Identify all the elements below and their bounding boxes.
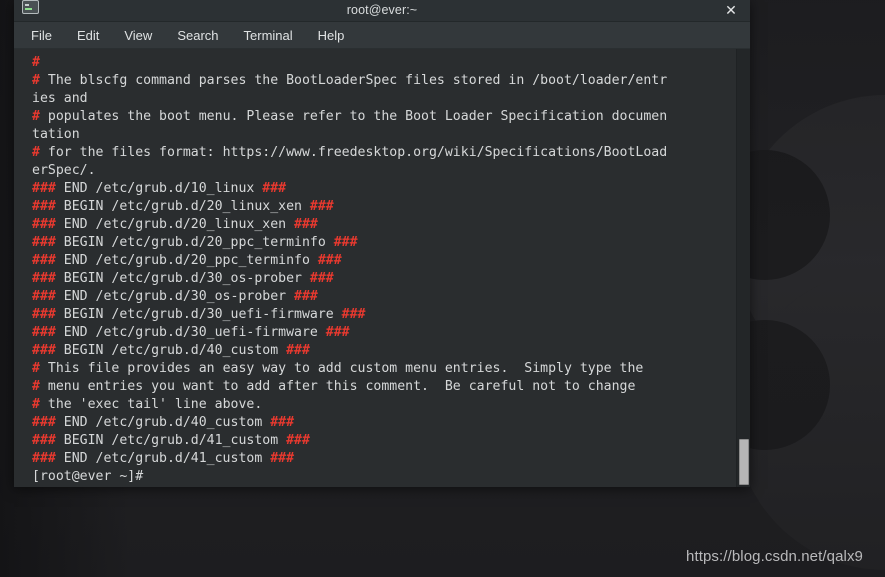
menu-item-edit[interactable]: Edit	[77, 22, 99, 49]
comment-marker: #	[32, 379, 40, 394]
terminal-line: # for the files format: https://www.free…	[32, 144, 736, 162]
terminal-text: END /etc/grub.d/20_ppc_terminfo	[55, 253, 318, 268]
comment-marker: ###	[333, 235, 358, 250]
comment-marker: ###	[309, 271, 334, 286]
terminal-text: This file provides an easy way to add cu…	[39, 361, 644, 376]
comment-marker: ###	[32, 343, 56, 358]
comment-marker: #	[32, 73, 40, 88]
comment-marker: ###	[286, 343, 310, 358]
comment-marker: ###	[32, 433, 56, 448]
terminal-text: END /etc/grub.d/40_custom	[55, 415, 271, 430]
terminal-text: menu entries you want to add after this …	[39, 379, 636, 394]
terminal-text: END /etc/grub.d/10_linux	[55, 181, 263, 196]
terminal-line: # menu entries you want to add after thi…	[32, 378, 736, 396]
terminal-line: # The blscfg command parses the BootLoad…	[32, 72, 736, 90]
comment-marker: #	[32, 145, 40, 160]
terminal-line: ### BEGIN /etc/grub.d/30_os-prober ###	[32, 270, 736, 288]
terminal-text: END /etc/grub.d/30_os-prober	[55, 289, 295, 304]
titlebar[interactable]: root@ever:~ ✕	[14, 0, 750, 22]
comment-marker: ###	[32, 235, 56, 250]
terminal-text: BEGIN /etc/grub.d/20_ppc_terminfo	[55, 235, 334, 250]
terminal-output[interactable]: # # The blscfg command parses the BootLoa…	[14, 49, 736, 487]
terminal-text: END /etc/grub.d/20_linux_xen	[55, 217, 295, 232]
comment-marker: ###	[286, 433, 310, 448]
terminal-text: END /etc/grub.d/41_custom	[55, 451, 271, 466]
terminal-line: ### END /etc/grub.d/20_ppc_terminfo ###	[32, 252, 736, 270]
comment-marker: ###	[32, 451, 56, 466]
terminal-line: ### BEGIN /etc/grub.d/20_linux_xen ###	[32, 198, 736, 216]
terminal-text: BEGIN /etc/grub.d/20_linux_xen	[55, 199, 310, 214]
menu-item-terminal[interactable]: Terminal	[244, 22, 293, 49]
comment-marker: ###	[32, 289, 56, 304]
comment-marker: ###	[32, 307, 56, 322]
terminal-text: erSpec/.	[32, 163, 96, 178]
comment-marker: ###	[341, 307, 366, 322]
comment-marker: ###	[294, 217, 318, 232]
terminal-window: root@ever:~ ✕ File Edit View Search Term…	[14, 0, 750, 487]
desktop: https://blog.csdn.net/qalx9 root@ever:~ …	[0, 0, 885, 577]
comment-marker: ###	[270, 415, 295, 430]
comment-marker: ###	[317, 253, 342, 268]
comment-marker: ###	[309, 199, 334, 214]
terminal-line: ### END /etc/grub.d/40_custom ###	[32, 414, 736, 432]
terminal-line: # populates the boot menu. Please refer …	[32, 108, 736, 126]
terminal-text: for the files format: https://www.freede…	[39, 145, 668, 160]
watermark-text: https://blog.csdn.net/qalx9	[686, 548, 863, 565]
menu-item-file[interactable]: File	[31, 22, 52, 49]
terminal-text: tation	[32, 127, 80, 142]
comment-marker: ###	[270, 451, 295, 466]
close-icon[interactable]: ✕	[722, 1, 740, 19]
menubar: File Edit View Search Terminal Help	[14, 22, 750, 49]
comment-marker: ###	[32, 271, 56, 286]
terminal-text: BEGIN /etc/grub.d/30_os-prober	[55, 271, 310, 286]
comment-marker: ###	[32, 199, 56, 214]
comment-marker: ###	[32, 217, 56, 232]
terminal-line: ### BEGIN /etc/grub.d/30_uefi-firmware #…	[32, 306, 736, 324]
terminal-line: # the 'exec tail' line above.	[32, 396, 736, 414]
comment-marker: ###	[32, 181, 56, 196]
comment-marker: #	[32, 397, 40, 412]
terminal-text: END /etc/grub.d/30_uefi-firmware	[55, 325, 326, 340]
terminal-text: The blscfg command parses the BootLoader…	[39, 73, 668, 88]
comment-marker: ###	[262, 181, 287, 196]
terminal-line: ### END /etc/grub.d/30_uefi-firmware ###	[32, 324, 736, 342]
terminal-line: ### END /etc/grub.d/41_custom ###	[32, 450, 736, 468]
terminal-text: BEGIN /etc/grub.d/40_custom	[55, 343, 287, 358]
terminal-line: ### END /etc/grub.d/20_linux_xen ###	[32, 216, 736, 234]
comment-marker: ###	[294, 289, 318, 304]
menu-item-search[interactable]: Search	[177, 22, 218, 49]
terminal-line: [root@ever ~]#	[32, 468, 736, 486]
terminal-line: ### END /etc/grub.d/10_linux ###	[32, 180, 736, 198]
comment-marker: #	[32, 55, 40, 70]
comment-marker: #	[32, 361, 40, 376]
menu-item-help[interactable]: Help	[318, 22, 345, 49]
terminal-line: erSpec/.	[32, 162, 736, 180]
terminal-line: ### BEGIN /etc/grub.d/20_ppc_terminfo ##…	[32, 234, 736, 252]
terminal-scrollbar[interactable]	[736, 49, 750, 487]
terminal-line: ### END /etc/grub.d/30_os-prober ###	[32, 288, 736, 306]
terminal-text: the 'exec tail' line above.	[39, 397, 263, 412]
comment-marker: ###	[325, 325, 350, 340]
comment-marker: ###	[32, 253, 56, 268]
terminal-line: ### BEGIN /etc/grub.d/40_custom ###	[32, 342, 736, 360]
comment-marker: #	[32, 109, 40, 124]
terminal-line: ies and	[32, 90, 736, 108]
comment-marker: ###	[32, 415, 56, 430]
terminal-line: #	[32, 54, 736, 72]
terminal-text: BEGIN /etc/grub.d/41_custom	[55, 433, 287, 448]
terminal-scrollbar-thumb[interactable]	[739, 439, 749, 485]
comment-marker: ###	[32, 325, 56, 340]
terminal-text: [root@ever ~]#	[32, 469, 144, 484]
terminal-text: ies and	[32, 91, 88, 106]
terminal-line: tation	[32, 126, 736, 144]
menu-item-view[interactable]: View	[124, 22, 152, 49]
window-title: root@ever:~	[346, 3, 418, 17]
terminal-icon	[22, 0, 39, 14]
terminal-line: ### BEGIN /etc/grub.d/41_custom ###	[32, 432, 736, 450]
terminal-line: # This file provides an easy way to add …	[32, 360, 736, 378]
terminal-text: populates the boot menu. Please refer to…	[39, 109, 668, 124]
terminal-body: # # The blscfg command parses the BootLoa…	[14, 49, 750, 487]
terminal-text: BEGIN /etc/grub.d/30_uefi-firmware	[55, 307, 342, 322]
